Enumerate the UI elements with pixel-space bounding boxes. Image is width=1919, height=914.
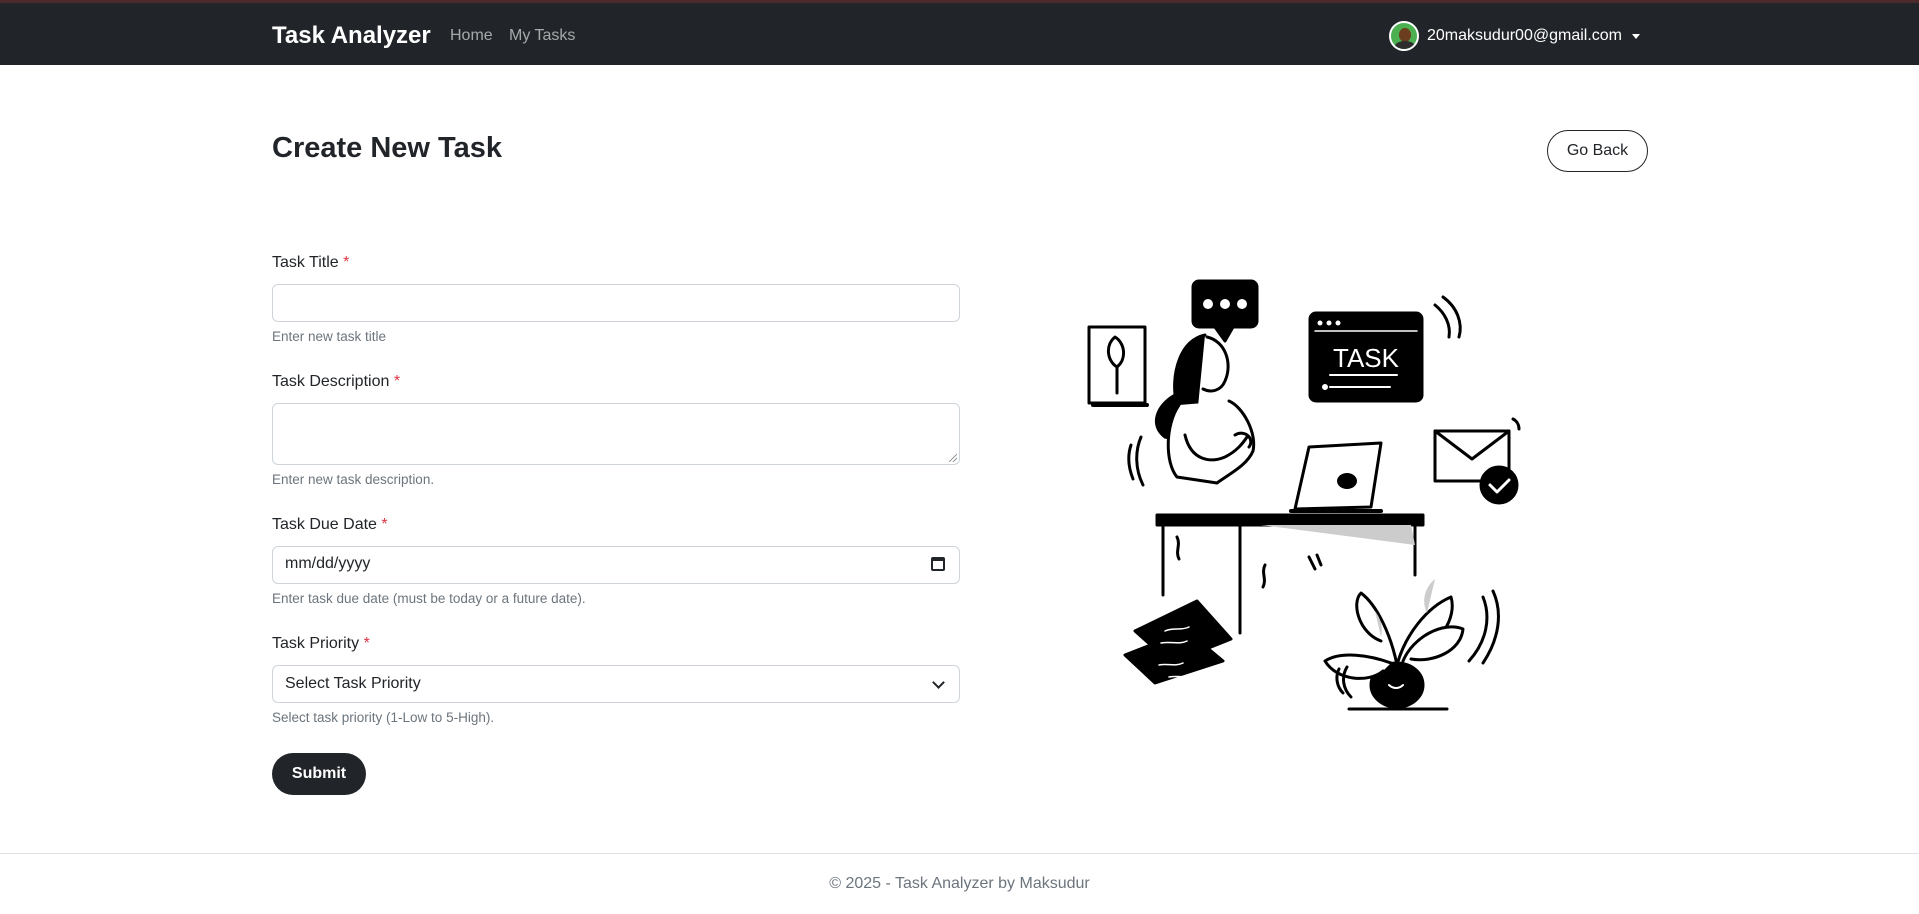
illustration-task-label: TASK [1333,343,1400,373]
footer-divider [0,853,1919,854]
required-mark: * [343,254,350,271]
date-placeholder: mm/dd/yyyy [285,555,371,572]
task-description-label-text: Task Description [272,373,390,390]
task-due-date-input[interactable]: mm/dd/yyyy [272,546,960,584]
task-description-label: Task Description * [272,373,400,391]
go-back-button[interactable]: Go Back [1547,130,1648,172]
required-mark: * [381,516,388,533]
user-menu-toggle[interactable]: 20maksudur00@gmail.com [1389,20,1640,52]
brand-logo[interactable]: Task Analyzer [272,22,431,50]
task-due-date-label: Task Due Date * [272,516,388,534]
task-priority-label: Task Priority * [272,635,370,653]
caret-down-icon [1632,33,1640,39]
nav-my-tasks[interactable]: My Tasks [509,27,575,45]
navbar: Task Analyzer Home My Tasks 20maksudur00… [0,0,1919,65]
task-description-textarea[interactable] [272,403,960,465]
required-mark: * [363,635,370,652]
required-mark: * [393,373,401,390]
chevron-down-icon [932,676,945,689]
footer-text: © 2025 - Task Analyzer by Maksudur [829,875,1090,892]
priority-selected-value: Select Task Priority [285,675,421,692]
nav-home[interactable]: Home [450,27,493,45]
task-title-input[interactable] [272,284,960,322]
resize-handle[interactable] [949,454,957,462]
submit-button[interactable]: Submit [272,753,366,795]
user-email: 20maksudur00@gmail.com [1427,27,1622,44]
page-title: Create New Task [272,132,502,164]
task-title-help: Enter new task title [272,329,387,344]
avatar [1389,21,1419,51]
task-title-label: Task Title * [272,254,349,272]
task-description-help: Enter new task description. [272,472,435,487]
task-due-date-help: Enter task due date (must be today or a … [272,591,586,606]
task-illustration: TASK [1087,279,1521,711]
task-due-date-label-text: Task Due Date [272,516,377,533]
calendar-icon[interactable] [931,557,945,571]
task-priority-select[interactable]: Select Task Priority [272,665,960,703]
task-priority-label-text: Task Priority [272,635,360,652]
task-priority-help: Select task priority (1-Low to 5-High). [272,710,495,725]
task-title-label-text: Task Title [272,254,339,271]
